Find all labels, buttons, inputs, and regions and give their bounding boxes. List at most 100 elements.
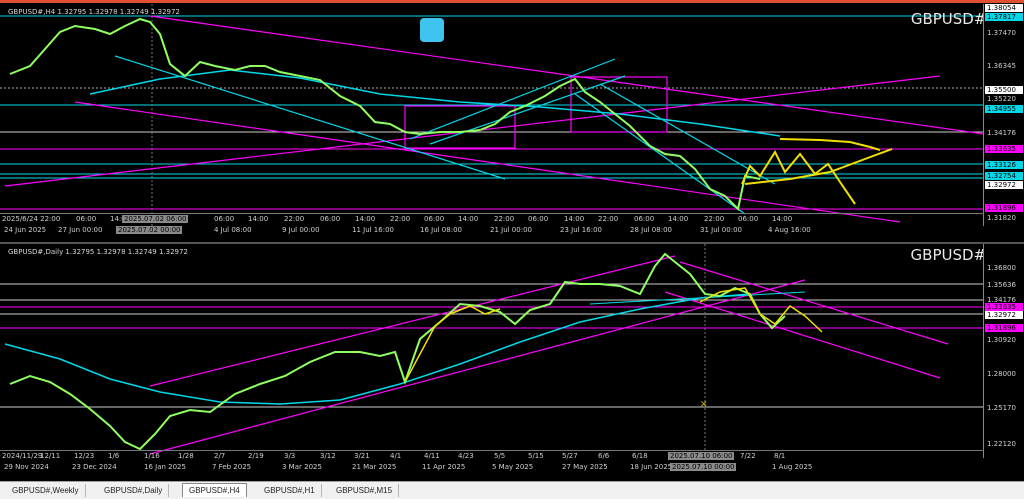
d1-chart-pane[interactable]: ✕ GBPUSD#,Daily 1.32795 1.32978 1.32749 …	[0, 242, 1024, 482]
time-label: 12/11	[40, 452, 61, 460]
date-label: 1 Aug 2025	[772, 463, 813, 471]
time-label: 14:00	[355, 215, 376, 223]
chart-tabs-bar: GBPUSD#,Weekly GBPUSD#,Daily GBPUSD#,H4 …	[0, 481, 1024, 499]
tab-h1[interactable]: GBPUSD#,H1	[258, 484, 322, 497]
h4-chart-pane[interactable]: GBPUSD#,H4 1.32795 1.32978 1.32749 1.329…	[0, 4, 1024, 238]
date-label: 27 Jun 00:00	[58, 226, 103, 234]
price-tag: 1.31896	[985, 324, 1023, 332]
date-label: 21 Jul 00:00	[490, 226, 532, 234]
tab-m15[interactable]: GBPUSD#,M15	[330, 484, 400, 497]
tab-h4[interactable]: GBPUSD#,H4	[182, 483, 247, 497]
date-label: 11 Apr 2025	[422, 463, 466, 471]
time-label: 1/6	[108, 452, 120, 460]
cross-marker-icon: ✕	[700, 400, 708, 410]
price-tag: 1.33635	[985, 303, 1023, 311]
d1-symbol-info: GBPUSD#,Daily 1.32795 1.32978 1.32749 1.…	[8, 248, 188, 256]
date-label: 9 Jul 00:00	[282, 226, 320, 234]
h4-chart-canvas[interactable]	[0, 4, 984, 226]
time-label: 14:00	[458, 215, 479, 223]
price-tag: 1.37817	[985, 13, 1023, 21]
time-label: 22:00	[390, 215, 411, 223]
time-label: 1/16	[144, 452, 160, 460]
tab-weekly[interactable]: GBPUSD#,Weekly	[6, 484, 86, 497]
time-label: 4/11	[424, 452, 440, 460]
time-label: 22:00	[704, 215, 725, 223]
date-label: 18 Jun 2025	[630, 463, 673, 471]
time-label: 4/23	[458, 452, 474, 460]
time-label: 14:00	[248, 215, 269, 223]
price-label: 1.31820	[987, 214, 1016, 222]
time-label: 06:00	[738, 215, 759, 223]
price-label: 1.25170	[987, 404, 1016, 412]
time-label: 3/3	[284, 452, 296, 460]
date-label: 3 Mar 2025	[282, 463, 322, 471]
price-tag: 1.32972	[985, 311, 1023, 319]
time-label: 14:00	[668, 215, 689, 223]
time-label: 3/21	[354, 452, 370, 460]
date-label: 24 Jun 2025	[4, 226, 47, 234]
price-label: 1.22120	[987, 440, 1016, 448]
h4-price-scale[interactable]: 1.38054 1.37817 1.37470 1.36345 1.35500 …	[983, 4, 1024, 226]
time-label: 1/28	[178, 452, 194, 460]
time-label: 22:00	[284, 215, 305, 223]
date-label: 23 Dec 2024	[72, 463, 117, 471]
date-label: 4 Aug 16:00	[768, 226, 811, 234]
date-label: 2025.07.10 00:00	[670, 463, 737, 471]
price-label: 1.36800	[987, 264, 1016, 272]
price-tag: 1.31896	[985, 204, 1023, 212]
price-label: 1.34176	[987, 129, 1016, 137]
time-label: 4/1	[390, 452, 402, 460]
date-label: 4 Jul 08:00	[214, 226, 252, 234]
time-label: 06:00	[424, 215, 445, 223]
date-label: 21 Mar 2025	[352, 463, 397, 471]
price-label: 1.35636	[987, 281, 1016, 289]
date-label: 28 Jul 08:00	[630, 226, 672, 234]
time-label: 2/19	[248, 452, 264, 460]
time-label: 6/6	[598, 452, 610, 460]
time-label: 12/23	[74, 452, 95, 460]
time-label: 5/15	[528, 452, 544, 460]
time-label: 06:00	[528, 215, 549, 223]
price-label: 1.36345	[987, 62, 1016, 70]
price-tag: 1.33126	[985, 161, 1023, 169]
date-label: 7 Feb 2025	[212, 463, 252, 471]
time-label: 14:00	[564, 215, 585, 223]
time-label: 7/22	[740, 452, 756, 460]
price-tag: 1.33635	[985, 145, 1023, 153]
expert-smiley-icon[interactable]	[420, 18, 444, 42]
time-label: 5/27	[562, 452, 578, 460]
time-label: 2024/11/29	[2, 452, 43, 460]
d1-price-scale[interactable]: 1.36800 1.35636 1.34176 1.33635 1.32972 …	[983, 244, 1024, 458]
price-label: 1.30920	[987, 336, 1016, 344]
d1-chart-canvas[interactable]: ✕	[0, 244, 984, 458]
time-label: 14:00	[772, 215, 793, 223]
date-label: 31 Jul 00:00	[700, 226, 742, 234]
date-label: 29 Nov 2024	[4, 463, 49, 471]
crosshair-time: 2025.07.02 06:00	[122, 215, 189, 223]
d1-date-axis: 29 Nov 2024 23 Dec 2024 16 Jan 2025 7 Fe…	[0, 462, 984, 474]
date-label: 11 Jul 16:00	[352, 226, 394, 234]
date-label: 23 Jul 16:00	[560, 226, 602, 234]
time-label: 22:00	[598, 215, 619, 223]
time-label: 3/12	[320, 452, 336, 460]
tab-daily[interactable]: GBPUSD#,Daily	[98, 484, 170, 497]
h4-date-axis: 24 Jun 2025 27 Jun 00:00 2025.07.02 00:0…	[0, 225, 984, 237]
time-label: 6/18	[632, 452, 648, 460]
price-tag: 1.32754	[985, 172, 1023, 180]
h4-symbol-info: GBPUSD#,H4 1.32795 1.32978 1.32749 1.329…	[8, 8, 180, 16]
price-label: 1.37470	[987, 29, 1016, 37]
time-label: 06:00	[320, 215, 341, 223]
time-label: 22:00	[494, 215, 515, 223]
price-tag: 1.38054	[985, 4, 1023, 12]
date-label: 2025.07.02 00:00	[116, 226, 183, 234]
window-top-bar	[0, 0, 1024, 3]
time-label: 8/1	[774, 452, 786, 460]
price-tag: 1.32972	[985, 181, 1023, 189]
price-label: 1.35220	[987, 95, 1016, 103]
date-label: 5 May 2025	[492, 463, 534, 471]
time-label: 5/5	[494, 452, 506, 460]
crosshair-time: 2025.07.10 06:00	[668, 452, 735, 460]
price-label: 1.28000	[987, 370, 1016, 378]
price-tag: 1.35500	[985, 86, 1023, 94]
price-tag: 1.34955	[985, 105, 1023, 113]
